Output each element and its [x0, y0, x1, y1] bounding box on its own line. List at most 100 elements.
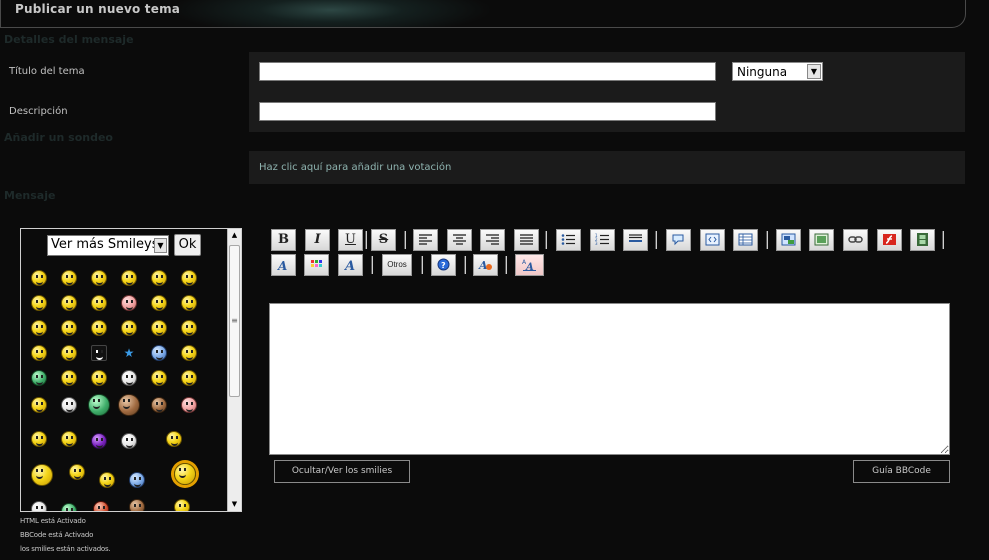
smiley-scrollbar[interactable]: ▲ ≡ ▼: [227, 229, 241, 511]
smiley-icon[interactable]: [151, 320, 167, 336]
video-button[interactable]: [910, 229, 935, 251]
toolbar-separator: [655, 231, 657, 249]
image-button[interactable]: [809, 229, 834, 251]
smiley-icon[interactable]: [31, 370, 47, 386]
code-button[interactable]: [700, 229, 725, 251]
smiley-icon[interactable]: [99, 472, 115, 488]
numbered-list-button[interactable]: 123: [590, 229, 615, 251]
smiley-icon[interactable]: [69, 464, 85, 480]
smiley-icon[interactable]: [129, 499, 145, 511]
help-button[interactable]: ?: [431, 254, 456, 276]
underline-button[interactable]: U: [338, 229, 363, 251]
strikethrough-button[interactable]: S: [371, 229, 396, 251]
topic-title-input[interactable]: [259, 62, 716, 81]
prefix-select[interactable]: Ninguna ▼: [732, 62, 823, 81]
smiley-icon[interactable]: [31, 431, 47, 447]
smiley-icon[interactable]: [181, 320, 197, 336]
color-palette-icon: [311, 260, 322, 267]
smiley-icon[interactable]: [151, 295, 167, 311]
scroll-up-icon[interactable]: ▲: [228, 229, 241, 242]
bullet-list-button[interactable]: [556, 229, 581, 251]
smiley-icon[interactable]: [174, 463, 196, 485]
smiley-icon[interactable]: [91, 295, 107, 311]
smiley-icon[interactable]: [91, 270, 107, 286]
smiley-icon[interactable]: [91, 320, 107, 336]
font-size-button[interactable]: A: [338, 254, 363, 276]
scrollbar-thumb[interactable]: ≡: [229, 245, 240, 397]
table-button[interactable]: [733, 229, 758, 251]
color-button[interactable]: [304, 254, 329, 276]
align-right-button[interactable]: [480, 229, 505, 251]
smiley-icon[interactable]: [61, 397, 77, 413]
svg-text:A: A: [478, 259, 488, 271]
more-smileys-select[interactable]: Ver más Smileys ▼: [47, 235, 169, 256]
smiley-icon[interactable]: [61, 345, 77, 361]
smiley-icon[interactable]: [151, 270, 167, 286]
smiley-icon[interactable]: [91, 370, 107, 386]
add-poll-link[interactable]: Haz clic aquí para añadir una votación: [259, 162, 451, 173]
horizontal-rule-icon: [629, 234, 642, 242]
smiley-icon[interactable]: [31, 501, 47, 511]
smiley-icon[interactable]: [129, 472, 145, 488]
smiley-icon[interactable]: [91, 345, 107, 361]
smiley-icon[interactable]: [61, 370, 77, 386]
smiley-icon[interactable]: [31, 320, 47, 336]
smiley-icon[interactable]: [31, 345, 47, 361]
align-center-button[interactable]: [447, 229, 472, 251]
smiley-icon[interactable]: [31, 464, 53, 486]
align-left-button[interactable]: [413, 229, 438, 251]
smiley-icon[interactable]: [31, 397, 47, 413]
quote-button[interactable]: [666, 229, 691, 251]
smiley-icon[interactable]: [121, 370, 137, 386]
link-button[interactable]: [843, 229, 868, 251]
smiley-icon[interactable]: [61, 503, 77, 511]
svg-text:?: ?: [441, 261, 446, 270]
smileys-ok-button[interactable]: Ok: [174, 234, 201, 256]
toolbar-separator: [365, 231, 367, 249]
smiley-icon[interactable]: [181, 397, 197, 413]
smiley-icon[interactable]: [151, 370, 167, 386]
smiley-icon[interactable]: [166, 431, 182, 447]
smiley-icon[interactable]: [181, 345, 197, 361]
flash-button[interactable]: [877, 229, 902, 251]
bold-button[interactable]: B: [271, 229, 296, 251]
smiley-icon[interactable]: [61, 270, 77, 286]
smiley-icon[interactable]: [121, 433, 137, 449]
smiley-icon[interactable]: [31, 270, 47, 286]
toggle-smilies-button[interactable]: Ocultar/Ver los smilies: [274, 460, 410, 483]
others-button[interactable]: Otros: [382, 254, 412, 276]
scroll-down-icon[interactable]: ▼: [228, 498, 241, 511]
smiley-icon[interactable]: [93, 501, 109, 511]
editor-mode-icon: AA: [522, 259, 536, 271]
upload-image-button[interactable]: [776, 229, 801, 251]
smiley-icon[interactable]: [91, 433, 107, 449]
smiley-icon[interactable]: [61, 431, 77, 447]
smiley-icon[interactable]: [88, 394, 110, 416]
smiley-icon[interactable]: [174, 499, 190, 511]
bbcode-status-note: BBCode está Activado: [20, 531, 94, 539]
smiley-icon[interactable]: [151, 345, 167, 361]
smiley-icon[interactable]: [61, 295, 77, 311]
remove-format-button[interactable]: A: [473, 254, 498, 276]
bbcode-guide-button[interactable]: Guía BBCode: [853, 460, 950, 483]
italic-button[interactable]: I: [305, 229, 330, 251]
smiley-icon[interactable]: [61, 320, 77, 336]
smiley-icon[interactable]: [121, 270, 137, 286]
smiley-icon[interactable]: [121, 320, 137, 336]
justify-button[interactable]: [514, 229, 539, 251]
smiley-icon[interactable]: [181, 370, 197, 386]
smiley-icon[interactable]: [31, 295, 47, 311]
smiley-icon[interactable]: [151, 397, 167, 413]
star-icon[interactable]: ★: [121, 345, 137, 361]
horizontal-rule-button[interactable]: [623, 229, 648, 251]
toggle-editor-mode-button[interactable]: AA: [515, 254, 544, 276]
smiley-icon[interactable]: [118, 394, 140, 416]
message-textarea[interactable]: [269, 303, 950, 455]
toolbar-separator: [421, 256, 423, 274]
font-button[interactable]: A: [271, 254, 296, 276]
svg-text:A: A: [277, 259, 287, 271]
smiley-icon[interactable]: [181, 295, 197, 311]
smiley-icon[interactable]: [181, 270, 197, 286]
description-input[interactable]: [259, 102, 716, 121]
smiley-icon[interactable]: [121, 295, 137, 311]
